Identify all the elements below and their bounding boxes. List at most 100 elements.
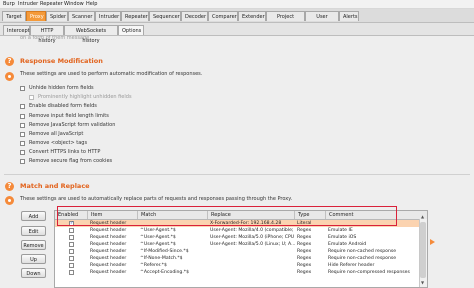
scrollbar-thumb[interactable] — [420, 222, 426, 278]
checkbox[interactable] — [20, 104, 25, 109]
checkbox[interactable] — [20, 150, 25, 155]
checkbox[interactable] — [20, 123, 25, 128]
cell-comment: Require non-compressed responses — [328, 270, 410, 275]
gear-icon[interactable] — [5, 196, 14, 205]
cell-match: ^If-None-Match.*$ — [140, 256, 183, 261]
row-enabled-checkbox[interactable] — [69, 235, 74, 240]
cell-item: Request header — [90, 228, 127, 233]
cell-comment: Require non-cached response — [328, 249, 397, 254]
up-button[interactable]: Up — [21, 254, 46, 264]
help-icon[interactable]: ? — [5, 182, 14, 191]
response-modification-description: These settings are used to perform autom… — [20, 71, 203, 77]
tab-intruder[interactable]: Intruder — [95, 11, 121, 21]
row-enabled-checkbox[interactable] — [69, 228, 74, 233]
tab-intercept[interactable]: Intercept — [3, 25, 30, 35]
scroll-down-icon[interactable]: ▼ — [421, 280, 424, 285]
cell-item: Request header — [90, 256, 127, 261]
checkbox[interactable] — [20, 159, 25, 164]
tab-target[interactable]: Target — [2, 11, 26, 21]
checkbox[interactable] — [29, 95, 34, 100]
row-enabled-checkbox[interactable] — [69, 249, 74, 254]
table-row[interactable]: Request header ^User-Agent.*$ User-Agent… — [55, 227, 427, 234]
row-enabled-checkbox[interactable] — [69, 263, 74, 268]
row-enabled-checkbox[interactable] — [69, 242, 74, 247]
tab-project-options[interactable]: Project options — [266, 11, 305, 30]
cell-replace — [208, 262, 295, 269]
cell-comment: Require non-cached response — [328, 256, 397, 261]
menu-burp[interactable]: Burp — [3, 1, 15, 7]
cell-replace — [208, 248, 295, 255]
row-enabled-checkbox[interactable] — [69, 256, 74, 261]
tab-spider[interactable]: Spider — [46, 11, 68, 21]
table-row[interactable]: Request header ^Referer.*$ Regex Hide Re… — [55, 262, 427, 269]
table-row[interactable]: Request header ^Accept-Encoding.*$ Regex… — [55, 269, 427, 276]
cell-type: Regex — [297, 242, 312, 247]
cell-match: ^User-Agent.*$ — [140, 235, 176, 240]
cell-replace: User-Agent: Mozilla/5.0 (iPhone; CPU ... — [210, 235, 295, 240]
section-divider — [4, 174, 470, 175]
row-enabled-checkbox[interactable] — [69, 270, 74, 275]
menu-bar: Burp Intruder Repeater Window Help — [0, 0, 474, 9]
cell-match: ^If-Modified-Since.*$ — [140, 249, 189, 254]
tab-repeater[interactable]: Repeater — [121, 11, 149, 21]
match-replace-description: These settings are used to automatically… — [20, 196, 293, 202]
scroll-up-icon[interactable]: ▲ — [421, 214, 424, 219]
table-row[interactable]: Request header ^If-None-Match.*$ Regex R… — [55, 255, 427, 262]
main-tab-bar: Target Proxy Spider Scanner Intruder Rep… — [0, 9, 474, 30]
tab-alerts[interactable]: Alerts — [339, 11, 359, 21]
cell-item: Request header — [90, 270, 127, 275]
tab-proxy[interactable]: Proxy — [26, 11, 46, 21]
tab-user-options[interactable]: User options — [305, 11, 339, 30]
gear-icon[interactable] — [5, 72, 14, 81]
cell-type: Regex — [297, 228, 312, 233]
cell-match: ^Accept-Encoding.*$ — [140, 270, 190, 275]
checkbox[interactable] — [20, 114, 25, 119]
checkbox[interactable] — [20, 132, 25, 137]
menu-help[interactable]: Help — [86, 1, 97, 7]
cell-comment: Hide Referer header — [328, 263, 375, 268]
down-button[interactable]: Down — [21, 268, 46, 278]
menu-window[interactable]: Window — [64, 1, 84, 7]
tab-http-history[interactable]: HTTP history — [30, 25, 64, 44]
cell-type: Regex — [297, 270, 312, 275]
tab-scanner[interactable]: Scanner — [68, 11, 95, 21]
cell-comment: Emulate IE — [328, 228, 353, 233]
tab-decoder[interactable]: Decoder — [181, 11, 208, 21]
table-row[interactable]: Request header ^If-Modified-Since.*$ Reg… — [55, 248, 427, 255]
cell-replace — [208, 255, 295, 262]
cell-type: Regex — [297, 263, 312, 268]
cell-type: Regex — [297, 249, 312, 254]
cell-replace — [208, 269, 295, 276]
tab-options[interactable]: Options — [118, 25, 144, 35]
cell-replace: User-Agent: Mozilla/5.0 (Linux; U; A... — [210, 242, 295, 247]
cell-comment: Emulate iOS — [328, 235, 357, 240]
add-button[interactable]: Add — [21, 211, 46, 221]
tab-sequencer[interactable]: Sequencer — [149, 11, 181, 21]
cell-item: Request header — [90, 242, 127, 247]
response-modification-title: Response Modification — [20, 57, 103, 65]
tab-websockets-history[interactable]: WebSockets history — [64, 25, 118, 44]
menu-intruder[interactable]: Intruder — [18, 1, 38, 7]
menu-repeater[interactable]: Repeater — [40, 1, 63, 7]
table-row[interactable]: Request header ^User-Agent.*$ User-Agent… — [55, 241, 427, 248]
cell-item: Request header — [90, 249, 127, 254]
remove-button[interactable]: Remove — [21, 240, 46, 250]
cell-type: Regex — [297, 235, 312, 240]
help-icon[interactable]: ? — [5, 57, 14, 66]
cell-type: Regex — [297, 256, 312, 261]
edit-button[interactable]: Edit — [21, 226, 46, 236]
match-replace-title: Match and Replace — [20, 182, 90, 190]
cell-match: ^User-Agent.*$ — [140, 242, 176, 247]
cell-replace: User-Agent: Mozilla/4.0 (compatible; ... — [210, 228, 295, 233]
cell-comment: Emulate Android — [328, 242, 367, 247]
cell-item: Request header — [90, 263, 127, 268]
tab-extender[interactable]: Extender — [238, 11, 266, 21]
cell-item: Request header — [90, 235, 127, 240]
cell-match: ^Referer.*$ — [140, 263, 167, 268]
expand-arrow-icon[interactable] — [430, 239, 435, 245]
table-row[interactable]: Request header ^User-Agent.*$ User-Agent… — [55, 234, 427, 241]
tab-comparer[interactable]: Comparer — [208, 11, 238, 21]
checkbox[interactable] — [20, 141, 25, 146]
cutoff-text: on a form of them message — [20, 35, 90, 40]
checkbox[interactable] — [20, 86, 25, 91]
